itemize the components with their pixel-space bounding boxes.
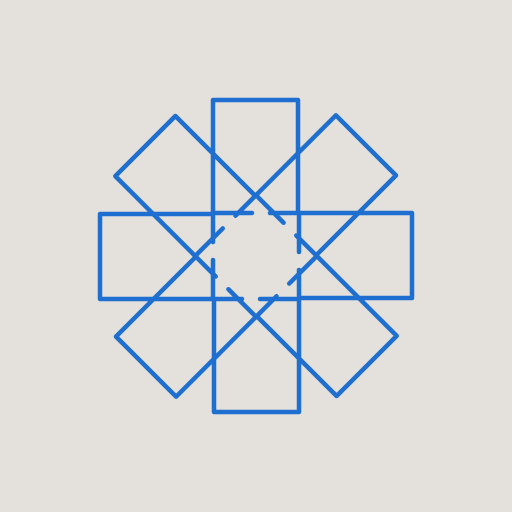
- logo-canvas: [0, 0, 512, 512]
- pinwheel-logo-icon: [0, 0, 512, 512]
- background: [0, 0, 512, 512]
